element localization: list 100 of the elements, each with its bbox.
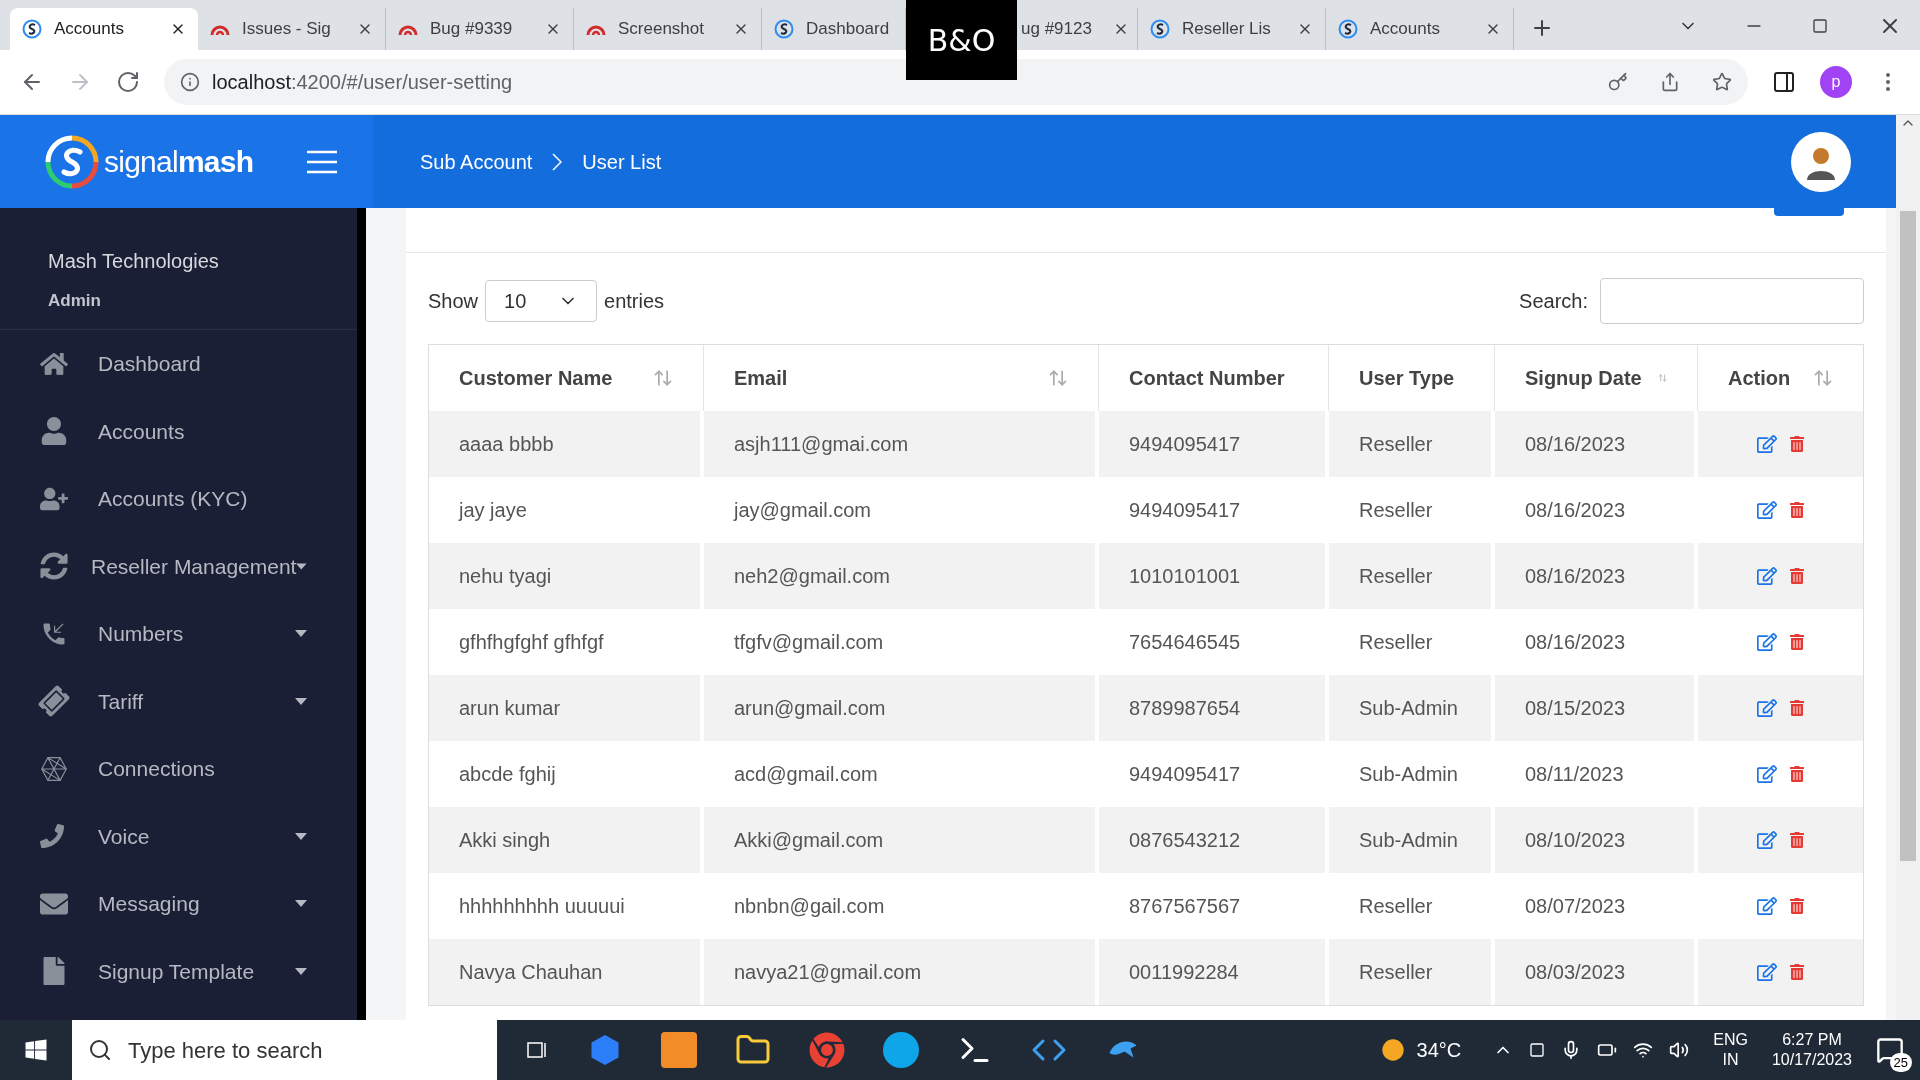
nav-item[interactable]: Connections <box>0 735 357 803</box>
delete-icon[interactable] <box>1788 898 1805 914</box>
share-icon[interactable] <box>1660 72 1680 92</box>
address-bar[interactable]: localhost:4200/#/user/user-setting <box>164 59 1748 105</box>
user-role: Admin <box>48 290 102 312</box>
nav-item[interactable]: Messaging <box>0 870 357 938</box>
delete-icon[interactable] <box>1788 766 1805 782</box>
bookmark-star-icon[interactable] <box>1712 72 1732 92</box>
tab-title: Accounts <box>1370 18 1441 41</box>
nav-item[interactable]: Accounts (KYC) <box>0 465 357 533</box>
s-logo-icon <box>774 19 794 39</box>
chrome-icon[interactable] <box>809 1032 845 1068</box>
search-icon <box>88 1038 112 1062</box>
refresh-icon <box>40 552 68 581</box>
nav-item[interactable]: Tariff <box>0 667 357 735</box>
breadcrumb-link[interactable]: User List <box>582 146 662 177</box>
wifi-icon[interactable] <box>1633 1040 1654 1060</box>
s-logo-icon <box>22 19 42 39</box>
caret-down-icon <box>295 630 307 638</box>
nav-item[interactable]: Signup Template <box>0 937 357 1005</box>
user-icon <box>40 417 68 446</box>
s-logo-icon <box>1338 19 1358 39</box>
nav-item[interactable]: Accounts <box>0 397 357 465</box>
nav-item[interactable]: Dashboard <box>0 330 357 398</box>
table-cell: navya21@gmail.com <box>704 939 1099 1005</box>
volume-icon[interactable] <box>1669 1040 1690 1060</box>
edit-icon[interactable] <box>1756 764 1777 784</box>
notification-count: 25 <box>1889 1052 1912 1072</box>
temperature: 34°C <box>1416 1038 1462 1063</box>
nav-label: Voice <box>98 823 151 850</box>
column-header[interactable]: Action <box>1698 345 1863 411</box>
edit-icon[interactable] <box>1756 632 1777 652</box>
nav-label: Accounts (KYC) <box>98 486 249 512</box>
tab-title: Screenshot <box>618 18 705 41</box>
nav-label: Dashboard <box>98 351 202 377</box>
windows-start-icon[interactable] <box>24 1038 48 1062</box>
phone-icon <box>40 824 64 849</box>
tab-title: Accounts <box>54 18 125 41</box>
caret-down-icon <box>295 832 307 840</box>
region: IN <box>1722 1050 1739 1070</box>
delete-icon[interactable] <box>1788 964 1805 980</box>
edit-icon[interactable] <box>1756 830 1777 850</box>
nav-item[interactable]: Voice <box>0 802 357 870</box>
key-icon[interactable] <box>1608 72 1628 92</box>
nav-label: Connections <box>98 756 216 782</box>
s-logo-icon <box>1150 19 1170 39</box>
delete-icon[interactable] <box>1788 832 1805 848</box>
edit-icon[interactable] <box>1756 896 1777 916</box>
brand-name: signalmash <box>104 144 254 180</box>
nav-label: Messaging <box>98 891 201 917</box>
delete-icon[interactable] <box>1788 568 1805 584</box>
nav-label: Signup Template <box>98 958 256 985</box>
delete-icon[interactable] <box>1788 700 1805 716</box>
side-panel-icon[interactable] <box>1772 70 1796 94</box>
edit-icon[interactable] <box>1756 698 1777 718</box>
edit-icon[interactable] <box>1756 962 1777 982</box>
delete-icon[interactable] <box>1788 436 1805 452</box>
edit-icon[interactable] <box>1756 566 1777 586</box>
info-icon[interactable] <box>180 72 200 92</box>
breadcrumb-link[interactable]: Sub Account <box>420 146 533 177</box>
taskbar-search-field[interactable]: Type here to search <box>72 1020 497 1080</box>
app-icon[interactable] <box>883 1032 919 1068</box>
table-cell: 08/03/2023 <box>1495 939 1698 1005</box>
browser-tab[interactable]: Accounts <box>10 8 198 50</box>
profile-avatar[interactable]: p <box>1820 66 1852 98</box>
table-cell: Reseller <box>1329 939 1495 1005</box>
org-name: Mash Technologies <box>48 249 220 274</box>
menu-icon[interactable] <box>307 149 338 174</box>
caret-down-icon <box>295 697 307 705</box>
overlay-logo-panel: B&O <box>906 0 1017 80</box>
tab-title: Reseller Lis <box>1182 18 1272 41</box>
brand-logo-icon <box>44 133 100 190</box>
clock-time: 6:27 PM <box>1782 1030 1842 1050</box>
scroll-thumb[interactable] <box>1900 211 1916 861</box>
search-label: Search: <box>1519 289 1588 314</box>
table-cell: 0011992284 <box>1099 939 1329 1005</box>
tab-title: Dashboard <box>806 18 891 41</box>
nav-label: Reseller Management <box>91 553 297 580</box>
page-size-select[interactable]: 10 <box>485 280 598 322</box>
hexagon-mesh-icon <box>40 754 68 783</box>
restore-icon[interactable] <box>1812 18 1828 34</box>
show-label: Show <box>428 289 479 314</box>
nav-label: Numbers <box>98 621 185 647</box>
table-cell: Navya Chauhan <box>429 939 704 1005</box>
nav-label: Tariff <box>98 688 145 715</box>
tab-title: Bug #9339 <box>430 18 514 41</box>
caret-down-icon <box>295 967 307 975</box>
clock-date: 10/17/2023 <box>1771 1050 1852 1070</box>
search-field[interactable] <box>1600 278 1864 324</box>
delete-icon[interactable] <box>1788 502 1805 518</box>
nav-item[interactable]: Reseller Management <box>0 532 357 600</box>
reload-icon[interactable] <box>116 70 140 94</box>
edit-icon[interactable] <box>1756 500 1777 520</box>
language: ENG <box>1713 1030 1748 1050</box>
chevron-right-icon <box>552 152 563 171</box>
delete-icon[interactable] <box>1788 634 1805 650</box>
caret-down-icon <box>296 562 307 570</box>
nav-item[interactable]: Numbers <box>0 600 357 668</box>
entries-label: entries <box>604 289 665 314</box>
edit-icon[interactable] <box>1756 434 1777 454</box>
